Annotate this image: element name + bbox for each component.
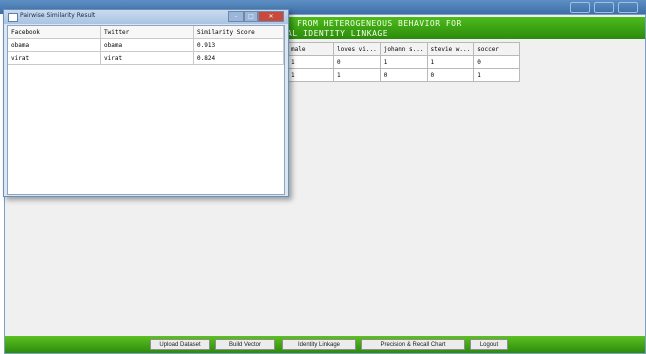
table-row[interactable]: 1 0 1 1 0 bbox=[287, 55, 521, 69]
os-control[interactable] bbox=[618, 2, 638, 13]
table-cell[interactable]: 0 bbox=[473, 55, 521, 69]
app-title-line-2: AL IDENTITY LINKAGE bbox=[287, 29, 389, 38]
table-cell[interactable]: 0 bbox=[426, 68, 475, 82]
button-bar: Upload Dataset Build Vector Identity Lin… bbox=[5, 336, 645, 353]
column-header[interactable]: Facebook bbox=[8, 26, 101, 39]
column-header[interactable]: male bbox=[287, 42, 334, 56]
table-row[interactable]: obama obama 0.913 bbox=[8, 38, 284, 52]
build-vector-button[interactable]: Build Vector bbox=[215, 339, 275, 350]
profile-attribute-table: male loves vi... johann s... stevie w...… bbox=[287, 42, 521, 82]
close-icon[interactable]: ✕ bbox=[258, 11, 284, 22]
column-header[interactable]: stevie w... bbox=[426, 42, 475, 56]
table-header-row: male loves vi... johann s... stevie w...… bbox=[287, 42, 521, 56]
table-cell[interactable]: 0.824 bbox=[193, 51, 284, 65]
popup-titlebar[interactable]: Pairwise Similarity Result – □ ✕ bbox=[4, 10, 288, 24]
table-cell[interactable]: 0 bbox=[333, 55, 381, 69]
os-control[interactable] bbox=[570, 2, 590, 13]
column-header[interactable]: johann s... bbox=[379, 42, 428, 56]
window-icon bbox=[8, 13, 18, 22]
table-cell[interactable]: 1 bbox=[426, 55, 475, 69]
column-header[interactable]: Similarity Score bbox=[193, 26, 284, 39]
table-cell[interactable]: 1 bbox=[379, 55, 428, 69]
popup-window-controls: – □ ✕ bbox=[228, 11, 284, 22]
similarity-result-window[interactable]: Pairwise Similarity Result – □ ✕ Faceboo… bbox=[3, 9, 289, 197]
table-cell[interactable]: 1 bbox=[333, 68, 381, 82]
identity-linkage-button[interactable]: Identity Linkage bbox=[282, 339, 356, 350]
table-cell[interactable]: 1 bbox=[287, 68, 334, 82]
table-cell[interactable]: 0 bbox=[379, 68, 428, 82]
table-row[interactable]: 1 1 0 0 1 bbox=[287, 68, 521, 82]
result-table-area: Facebook Twitter Similarity Score obama … bbox=[7, 25, 285, 195]
upload-dataset-button[interactable]: Upload Dataset bbox=[150, 339, 210, 350]
column-header[interactable]: Twitter bbox=[100, 26, 194, 39]
column-header[interactable]: loves vi... bbox=[333, 42, 381, 56]
os-window-controls bbox=[570, 2, 638, 13]
minimize-icon[interactable]: – bbox=[228, 11, 244, 22]
maximize-icon[interactable]: □ bbox=[244, 11, 258, 22]
table-header-row: Facebook Twitter Similarity Score bbox=[8, 26, 284, 39]
table-cell[interactable]: 1 bbox=[473, 68, 521, 82]
os-control[interactable] bbox=[594, 2, 614, 13]
table-cell[interactable]: virat bbox=[100, 51, 194, 65]
similarity-table: Facebook Twitter Similarity Score obama … bbox=[8, 26, 284, 65]
table-cell[interactable]: 0.913 bbox=[193, 38, 284, 52]
popup-title: Pairwise Similarity Result bbox=[20, 12, 96, 19]
table-cell[interactable]: 1 bbox=[287, 55, 334, 69]
table-row[interactable]: virat virat 0.824 bbox=[8, 51, 284, 65]
table-cell[interactable]: virat bbox=[8, 51, 101, 65]
precision-recall-chart-button[interactable]: Precision & Recall Chart bbox=[361, 339, 465, 350]
table-cell[interactable]: obama bbox=[100, 38, 194, 52]
logout-button[interactable]: Logout bbox=[470, 339, 508, 350]
app-title-line-1: FROM HETEROGENEOUS BEHAVIOR FOR bbox=[297, 19, 462, 28]
column-header[interactable]: soccer bbox=[473, 42, 521, 56]
table-cell[interactable]: obama bbox=[8, 38, 101, 52]
